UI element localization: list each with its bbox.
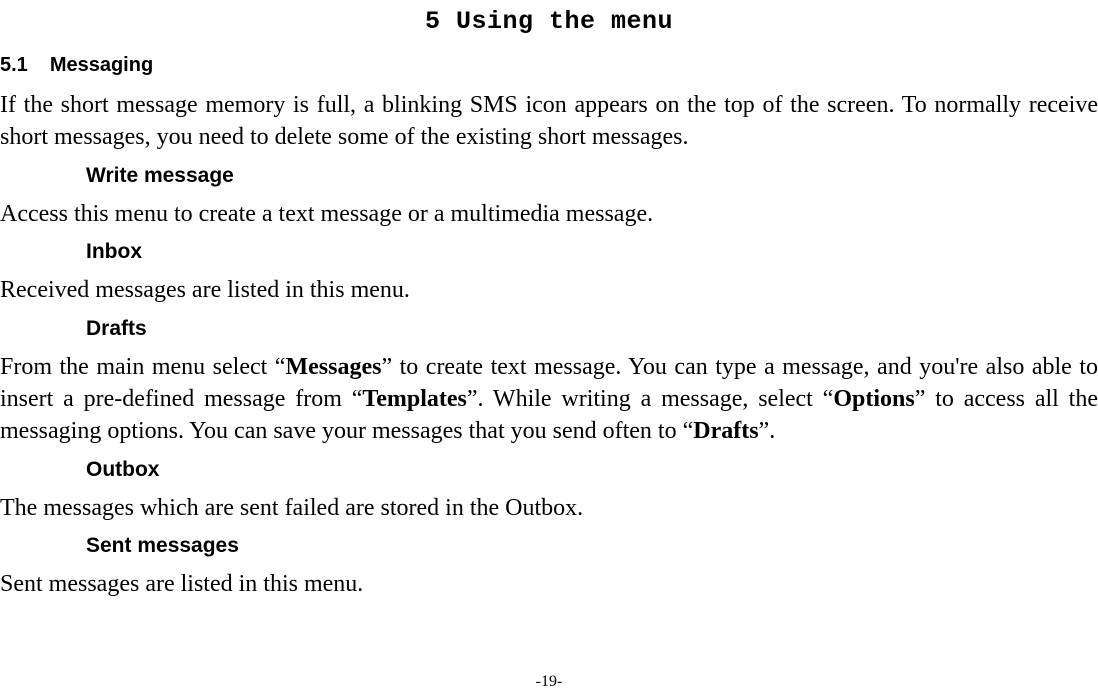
drafts-text: From the main menu select “ <box>0 354 285 380</box>
inbox-body: Received messages are listed in this men… <box>0 274 1098 306</box>
drafts-text: ”. While writing a message, select “ <box>467 386 833 412</box>
section-name: Messaging <box>50 54 153 76</box>
page-number: -19- <box>0 673 1098 691</box>
drafts-bold-templates: Templates <box>362 386 466 412</box>
drafts-bold-messages: Messages <box>285 354 381 380</box>
outbox-body: The messages which are sent failed are s… <box>0 492 1098 524</box>
sent-messages-body: Sent messages are listed in this menu. <box>0 568 1098 600</box>
drafts-bold-drafts: Drafts <box>693 418 758 444</box>
sent-messages-heading: Sent messages <box>86 534 1098 558</box>
drafts-bold-options: Options <box>833 386 914 412</box>
write-message-body: Access this menu to create a text messag… <box>0 198 1098 230</box>
intro-paragraph: If the short message memory is full, a b… <box>0 89 1098 154</box>
inbox-heading: Inbox <box>86 240 1098 264</box>
drafts-text: ”. <box>759 418 776 444</box>
section-heading: 5.1 Messaging <box>0 54 1098 77</box>
drafts-heading: Drafts <box>86 317 1098 341</box>
outbox-heading: Outbox <box>86 458 1098 482</box>
section-number: 5.1 <box>0 54 28 77</box>
drafts-body: From the main menu select “Messages” to … <box>0 351 1098 448</box>
write-message-heading: Write message <box>86 164 1098 188</box>
chapter-title: 5 Using the menu <box>0 7 1098 36</box>
